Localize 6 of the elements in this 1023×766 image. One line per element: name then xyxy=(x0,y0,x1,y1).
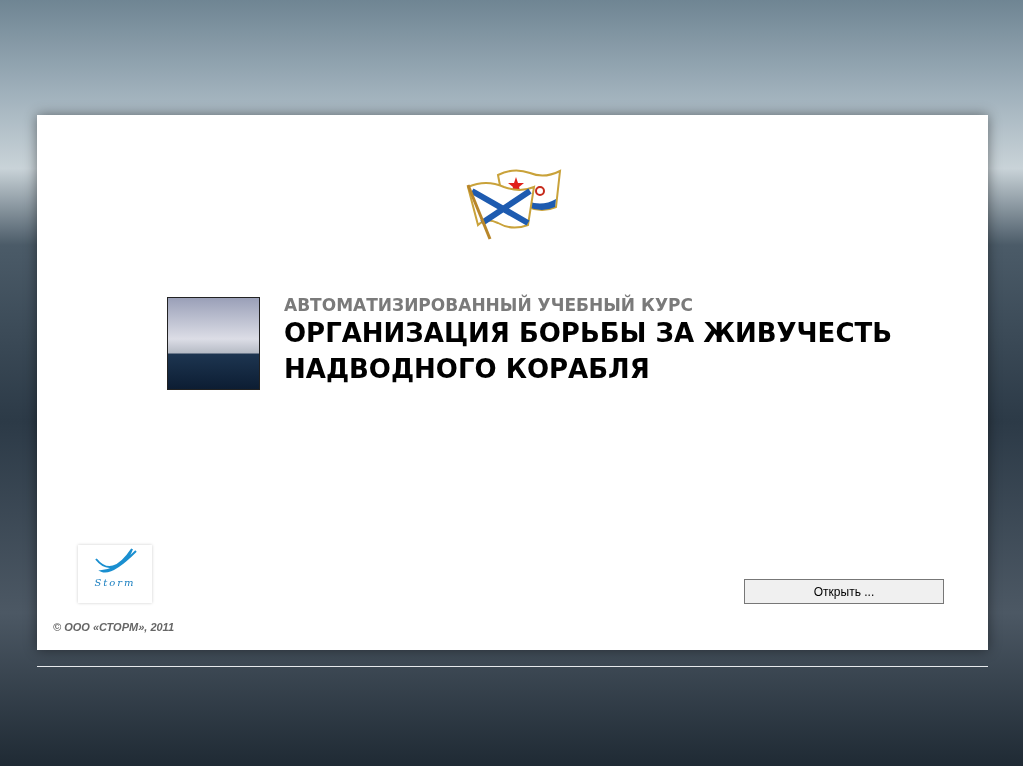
course-title-line: ОРГАНИЗАЦИЯ БОРЬБЫ ЗА ЖИВУЧЕСТЬ xyxy=(284,317,893,350)
copyright-text: © ООО «СТОРМ», 2011 xyxy=(53,620,175,635)
open-button[interactable]: Открыть ... xyxy=(744,579,944,604)
course-title-line: НАДВОДНОГО КОРАБЛЯ xyxy=(284,353,651,386)
course-subtitle: АВТОМАТИЗИРОВАННЫЙ УЧЕБНЫЙ КУРС xyxy=(284,295,694,315)
logo-text: Storm xyxy=(94,577,136,589)
